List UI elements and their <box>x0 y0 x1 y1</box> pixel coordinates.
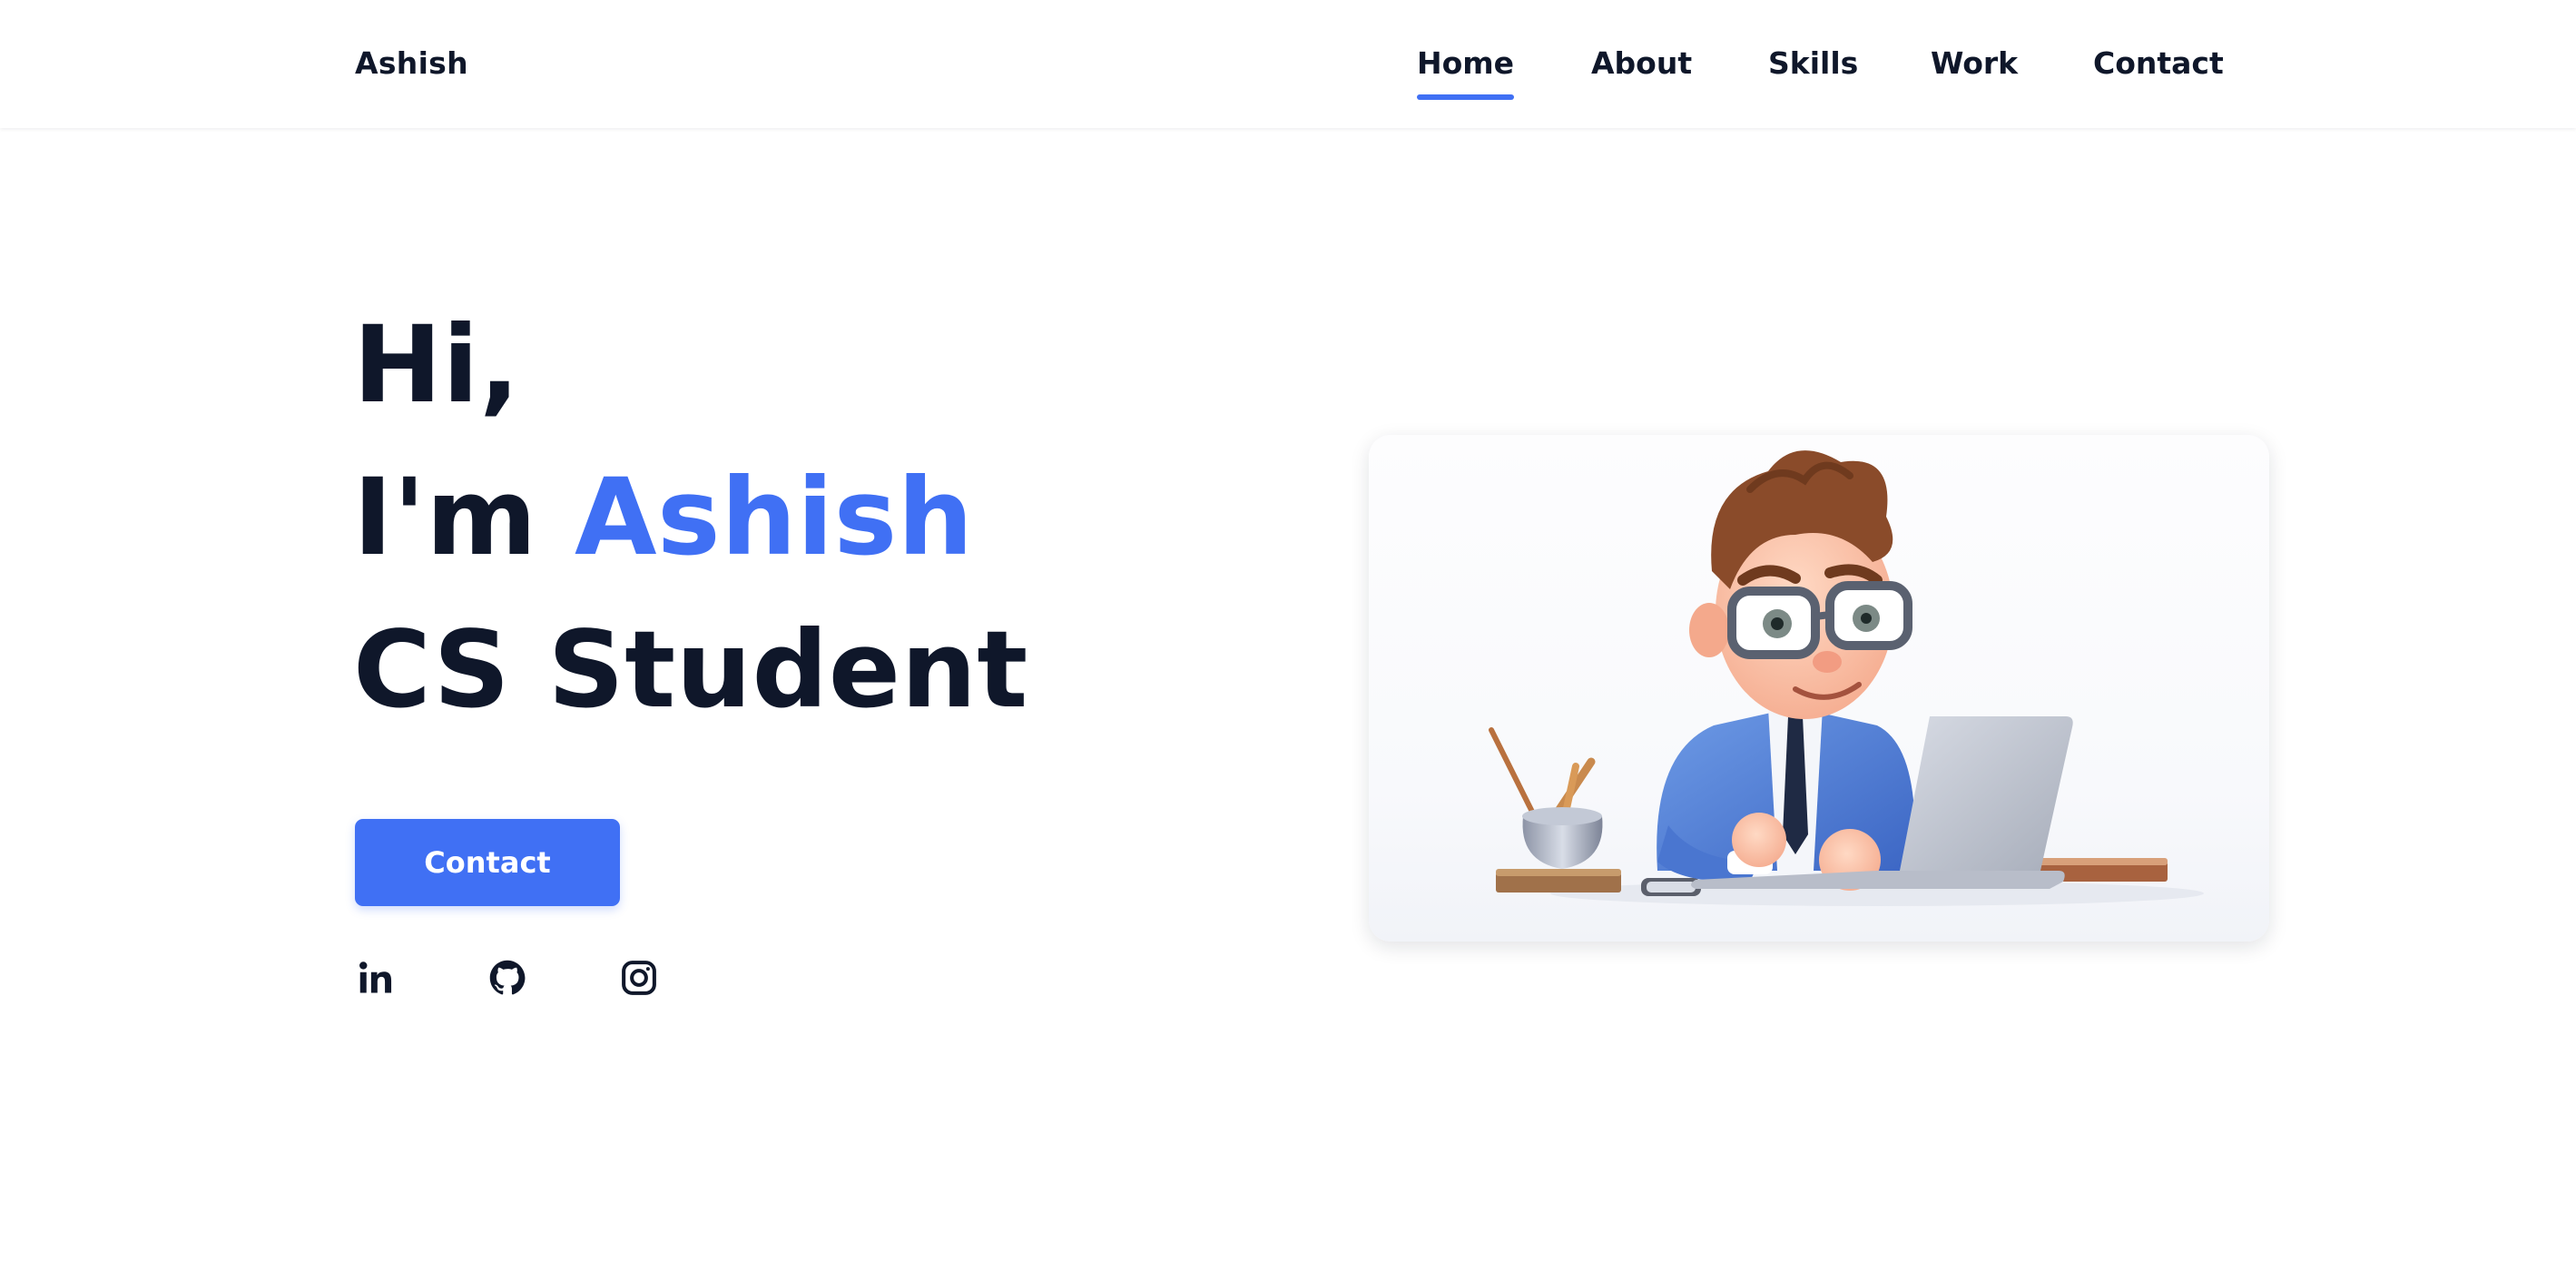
hero-intro-prefix: I'm <box>353 455 537 579</box>
hero-intro: I'm Ashish <box>353 459 974 577</box>
student-illustration <box>1489 450 2204 906</box>
site-logo[interactable]: Ashish <box>355 42 468 85</box>
hero-role: CS Student <box>353 607 1028 732</box>
github-icon[interactable] <box>487 958 527 998</box>
nav-work[interactable]: Work <box>1931 42 2018 85</box>
contact-button[interactable]: Contact <box>355 819 620 906</box>
nav-home[interactable]: Home <box>1417 42 1515 100</box>
hero-name: Ashish <box>575 455 974 579</box>
instagram-icon[interactable] <box>619 958 659 998</box>
hero-illustration-card <box>1369 435 2269 942</box>
nav-contact[interactable]: Contact <box>2093 42 2224 85</box>
hero-greeting: Hi, <box>353 302 520 427</box>
nav-about[interactable]: About <box>1591 42 1692 85</box>
linkedin-icon[interactable] <box>356 958 396 998</box>
site-header: Ashish Home About Skills Work Contact <box>0 0 2576 128</box>
nav-skills[interactable]: Skills <box>1768 42 1858 85</box>
